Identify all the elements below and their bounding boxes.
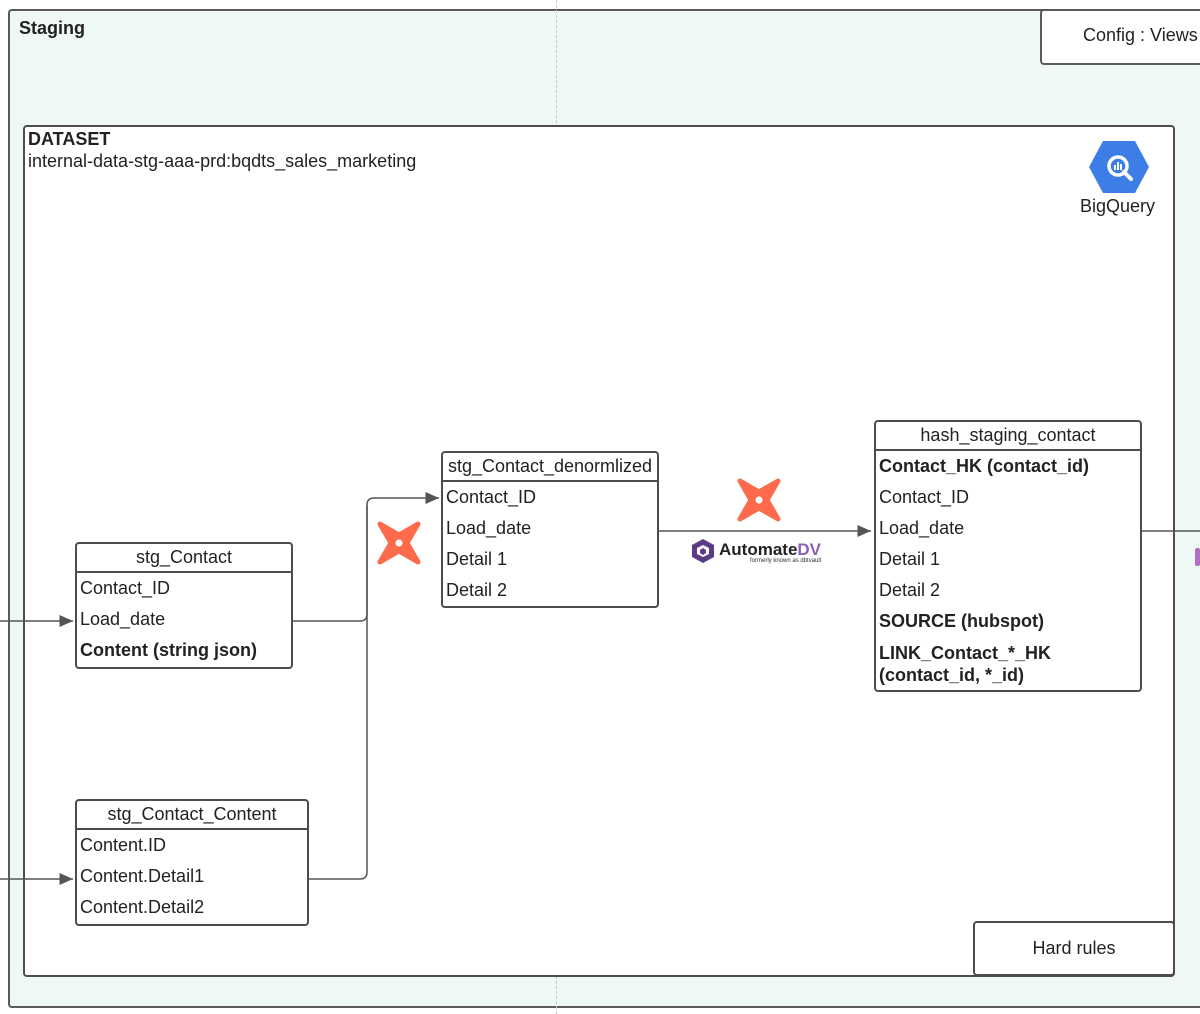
table-field: Content (string json): [80, 640, 257, 660]
link-hk-line1: LINK_Contact_*_HK: [879, 643, 1052, 663]
table-field: Content.Detail2: [80, 897, 205, 917]
dbt-icon: [737, 478, 781, 522]
table-field: Contact_ID: [446, 487, 537, 507]
table-field: Load_date: [446, 518, 532, 538]
automate-dv-subtitle: formerly known as dbtvault: [750, 558, 822, 564]
table-field: SOURCE (hubspot): [879, 611, 1044, 631]
automate-dv-name: AutomateDV: [719, 540, 821, 560]
table-field: Load_date: [80, 609, 166, 629]
automate-dv-suffix: DV: [797, 540, 822, 559]
table-header: stg_Contact_Content: [77, 801, 307, 830]
table-field: Detail 2: [879, 580, 941, 600]
table-hash-staging-contact[interactable]: hash_staging_contact Contact_HK (contact…: [874, 420, 1142, 692]
table-stg-contact-denormalized[interactable]: stg_Contact_denormlized Contact_ID Load_…: [441, 451, 659, 608]
offscreen-element-edge: [1195, 548, 1200, 566]
table-stg-contact[interactable]: stg_Contact Contact_ID Load_date Content…: [75, 542, 293, 669]
table-field: Contact_HK (contact_id): [879, 456, 1090, 476]
link-hk-line2: (contact_id, *_id): [879, 665, 1025, 685]
table-field: Load_date: [879, 518, 965, 538]
table-field: Contact_ID: [80, 578, 171, 598]
table-header: stg_Contact_denormlized: [443, 453, 657, 482]
table-header: stg_Contact: [77, 544, 291, 573]
table-stg-contact-content[interactable]: stg_Contact_Content Content.ID Content.D…: [75, 799, 309, 926]
table-field: Contact_ID: [879, 487, 970, 507]
table-field: Detail 1: [446, 549, 508, 569]
table-field: LINK_Contact_*_HK (contact_id, *_id): [876, 637, 1140, 686]
table-field: Detail 1: [879, 549, 941, 569]
table-field: Content.ID: [80, 835, 167, 855]
table-field: Content.Detail1: [80, 866, 205, 886]
table-header: hash_staging_contact: [876, 422, 1140, 451]
hard-rules-box[interactable]: Hard rules: [973, 921, 1175, 976]
table-field: Detail 2: [446, 580, 508, 600]
automate-dv-logo-icon: [692, 539, 714, 563]
dbt-icon: [377, 521, 421, 565]
automate-dv-prefix: Automate: [719, 540, 798, 559]
